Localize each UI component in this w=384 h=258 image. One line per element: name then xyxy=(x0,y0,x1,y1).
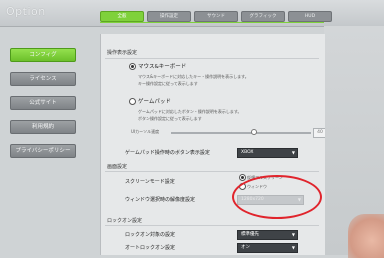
screen-mode-label: スクリーンモード設定 xyxy=(125,179,175,185)
sidebar-item-terms[interactable]: 利用規約 xyxy=(10,120,76,134)
cursor-speed-slider[interactable] xyxy=(171,132,311,134)
tab-bar: 全般 操作設定 サウンド グラフィック HUD xyxy=(100,11,332,22)
gamepad-desc-2: ボタン操作設定に従って表示します xyxy=(138,116,202,121)
sidebar-item-config[interactable]: コンフィグ xyxy=(10,48,76,62)
section-title-lockon: ロックオン設定 xyxy=(107,218,143,224)
keyboard-desc-2: キー操作設定に従って表示します xyxy=(138,81,198,86)
lockon-target-value: 標準優先 xyxy=(241,232,259,237)
auto-lockon-value: オン xyxy=(241,245,250,250)
chevron-down-icon: ▼ xyxy=(291,150,295,155)
tab-underline xyxy=(100,22,324,23)
divider xyxy=(105,225,319,226)
keyboard-desc-1: マウス&キーボードに対応したキー・操作説明を表示します。 xyxy=(138,74,249,79)
sidebar: コンフィグ ライセンス 公式サイト 利用規約 プライバシーポリシー xyxy=(10,48,76,168)
top-bar: Option 全般 操作設定 サウンド グラフィック HUD xyxy=(0,0,384,27)
tab-sound[interactable]: サウンド xyxy=(194,11,238,22)
button-display-value: XBOX xyxy=(241,150,254,155)
tab-controls[interactable]: 操作設定 xyxy=(147,11,191,22)
settings-panel: 操作表示設定 マウス&キーボード マウス&キーボードに対応したキー・操作説明を表… xyxy=(100,34,325,255)
auto-lockon-label: オートロックオン設定 xyxy=(125,245,176,251)
tab-graphics[interactable]: グラフィック xyxy=(241,11,285,22)
sidebar-item-privacy[interactable]: プライバシーポリシー xyxy=(10,144,76,158)
sidebar-item-official-site[interactable]: 公式サイト xyxy=(10,96,76,110)
sidebar-item-license[interactable]: ライセンス xyxy=(10,72,76,86)
gamepad-option-label: ゲームパッド xyxy=(138,99,171,105)
button-display-select[interactable]: XBOX ▼ xyxy=(237,148,298,158)
chevron-down-icon: ▼ xyxy=(291,232,295,237)
cursor-speed-value: 40 xyxy=(313,128,325,138)
divider xyxy=(105,171,319,172)
tab-hud[interactable]: HUD xyxy=(288,11,332,22)
section-title-control: 操作表示設定 xyxy=(107,50,138,56)
cursor-speed-label: UIカーソル速度 xyxy=(131,129,160,134)
button-display-label: ゲームパッド操作時のボタン表示設定 xyxy=(125,150,210,156)
keyboard-option-label: マウス&キーボード xyxy=(138,64,187,70)
lockon-target-select[interactable]: 標準優先 ▼ xyxy=(237,230,298,240)
auto-lockon-select[interactable]: オン ▼ xyxy=(237,243,298,253)
chevron-down-icon: ▼ xyxy=(291,245,295,250)
gamepad-radio[interactable] xyxy=(129,98,136,105)
app-title: Option xyxy=(6,5,46,18)
divider xyxy=(105,58,319,59)
fullscreen-radio[interactable] xyxy=(239,174,246,181)
highlight-circle xyxy=(232,175,322,219)
lockon-target-label: ロックオン対象の設定 xyxy=(125,232,176,238)
gamepad-desc-1: ゲームパッドに対応したボタン・操作説明を表示します。 xyxy=(138,109,242,114)
keyboard-radio[interactable] xyxy=(129,63,136,70)
section-title-screen: 画面設定 xyxy=(107,164,128,170)
character-decoration xyxy=(348,214,384,258)
tab-general[interactable]: 全般 xyxy=(100,11,144,22)
resolution-label: ウィンドウ選択時の解像度設定 xyxy=(125,197,196,203)
cursor-speed-knob[interactable] xyxy=(251,129,257,135)
